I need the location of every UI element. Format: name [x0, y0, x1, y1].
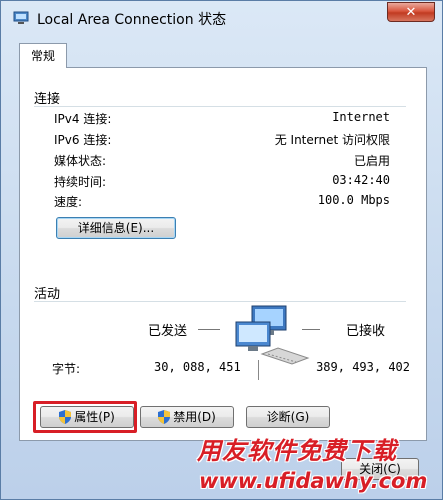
disable-button-label: 禁用(D)	[173, 410, 216, 424]
received-label: 已接收	[346, 324, 386, 339]
watermark-title: 用友软件免费下载	[197, 437, 397, 465]
title-bar[interactable]: Local Area Connection 状态 ✕	[1, 1, 442, 35]
window-title: Local Area Connection 状态	[37, 12, 227, 28]
watermark-url: www.ufidawhy.com	[199, 469, 428, 493]
sent-dash	[198, 329, 220, 330]
details-button[interactable]: 详细信息(E)...	[56, 217, 176, 239]
ipv6-value: 无 Internet 访问权限	[274, 133, 390, 147]
network-adapter-icon	[13, 11, 29, 24]
tab-general[interactable]: 常规	[19, 43, 67, 68]
bytes-sent-value: 30, 088, 451	[154, 360, 241, 374]
duration-value: 03:42:40	[332, 173, 390, 187]
connection-section-title: 连接	[34, 92, 61, 107]
speed-value: 100.0 Mbps	[317, 193, 390, 207]
ipv4-value: Internet	[332, 110, 390, 124]
close-icon: ✕	[405, 5, 417, 20]
ipv4-label: IPv4 连接:	[54, 112, 112, 126]
connection-divider	[34, 106, 406, 107]
bytes-label: 字节:	[52, 362, 81, 376]
bytes-received-value: 389, 493, 402	[316, 360, 410, 374]
diagnose-button[interactable]: 诊断(G)	[246, 406, 330, 428]
properties-highlight-box	[33, 401, 137, 433]
media-state-value: 已启用	[353, 154, 390, 168]
disable-button[interactable]: 禁用(D)	[140, 406, 234, 428]
window-close-button[interactable]: ✕	[387, 2, 435, 22]
activity-section-title: 活动	[34, 287, 61, 302]
sent-label: 已发送	[148, 324, 188, 339]
ipv6-label: IPv6 连接:	[54, 133, 112, 147]
uac-shield-icon	[158, 410, 171, 424]
activity-separator	[258, 360, 259, 380]
activity-divider	[34, 301, 406, 302]
general-panel: 连接 IPv4 连接: Internet IPv6 连接: 无 Internet…	[19, 67, 427, 441]
media-state-label: 媒体状态:	[54, 154, 107, 168]
speed-label: 速度:	[54, 195, 83, 209]
network-computers-icon	[235, 305, 310, 365]
status-dialog: Local Area Connection 状态 ✕ 常规 连接 IPv4 连接…	[0, 0, 443, 500]
duration-label: 持续时间:	[54, 175, 107, 189]
received-dash	[302, 329, 320, 330]
